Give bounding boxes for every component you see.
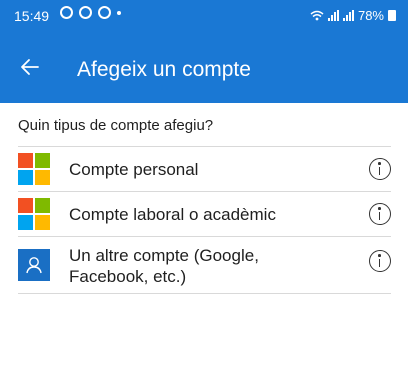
signal-icon — [327, 10, 339, 21]
battery-icon — [388, 10, 396, 21]
prompt-text: Quin tipus de compte afegiu? — [18, 117, 214, 134]
microsoft-logo-icon — [18, 198, 50, 230]
wifi-icon — [310, 10, 324, 21]
toolbar: Afegeix un compte — [0, 38, 408, 103]
dot-icon — [117, 10, 121, 15]
account-type-label: Un altre compte (Google, Facebook, etc.) — [69, 246, 259, 286]
battery-percent: 78% — [357, 8, 384, 23]
info-icon[interactable] — [369, 250, 391, 272]
status-right: 78% — [310, 8, 396, 23]
info-icon[interactable] — [369, 203, 391, 225]
signal-icon-2 — [342, 10, 354, 21]
app-bar: 15:49 78% Afegeix un compte — [0, 0, 408, 103]
microsoft-logo-icon — [18, 153, 50, 185]
status-bar: 15:49 78% — [0, 0, 408, 32]
status-time: 15:49 — [14, 8, 50, 24]
account-type-personal[interactable]: Compte personal — [18, 147, 391, 191]
account-type-label: Compte laboral o acadèmic — [69, 205, 276, 224]
page-title: Afegeix un compte — [77, 58, 251, 81]
sync-icon — [79, 6, 92, 19]
back-arrow-icon[interactable] — [18, 55, 42, 79]
whatsapp-icon — [60, 6, 73, 19]
sync-icon — [98, 6, 111, 19]
account-type-other[interactable]: Un altre compte (Google, Facebook, etc.) — [18, 237, 391, 293]
divider — [18, 293, 391, 294]
notification-icons — [60, 6, 121, 19]
account-type-work-school[interactable]: Compte laboral o acadèmic — [18, 192, 391, 236]
account-type-label: Compte personal — [69, 160, 199, 179]
person-icon — [18, 249, 50, 281]
info-icon[interactable] — [369, 158, 391, 180]
